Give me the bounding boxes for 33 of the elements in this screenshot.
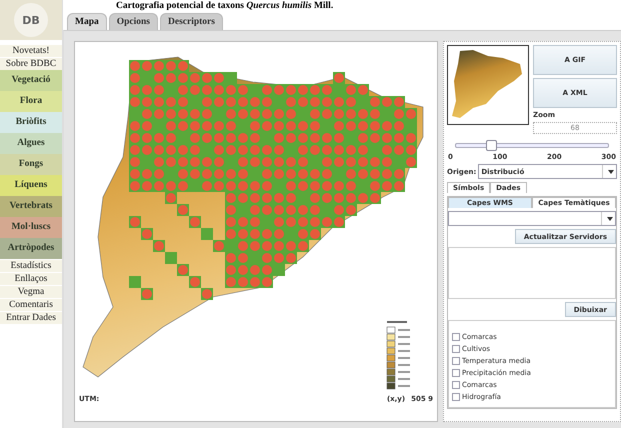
category-link[interactable]: Flora (0, 91, 62, 112)
category-link[interactable]: Briòfits (0, 112, 62, 133)
category-link[interactable]: Líquens (0, 175, 62, 196)
sidebar-link[interactable]: Sobre BDBC (0, 58, 62, 70)
checkbox[interactable] (452, 369, 460, 377)
sidebar-link[interactable]: Vegma (0, 286, 62, 298)
zoom-slider[interactable] (455, 143, 609, 148)
tab[interactable]: Opcions (108, 13, 158, 30)
checkbox[interactable] (452, 333, 460, 341)
page-title: Cartografia potencial de taxons Quercus humilis Mill. (115, 0, 334, 13)
category-link[interactable]: Algues (0, 133, 62, 154)
layer-list[interactable] (448, 247, 616, 299)
sidebar-link[interactable]: Comentaris (0, 299, 62, 311)
sidebar-link[interactable]: Enllaços (0, 273, 62, 285)
logo: DB (14, 3, 48, 37)
category-link[interactable]: Vertebrats (0, 196, 62, 217)
category-link[interactable]: Fongs (0, 154, 62, 175)
dropdown-icon[interactable] (601, 212, 615, 225)
sidebar-link[interactable]: Estadístics (0, 260, 62, 272)
checkbox[interactable] (452, 381, 460, 389)
checkbox[interactable] (452, 357, 460, 365)
checkbox[interactable] (452, 393, 460, 401)
tab[interactable]: Mapa (67, 13, 107, 30)
category-link[interactable]: Mol·luscs (0, 217, 62, 238)
slider-thumb[interactable] (486, 140, 496, 151)
sidebar-link[interactable]: Entrar Dades (0, 312, 62, 324)
sidebar-link[interactable]: Novetats! (0, 45, 62, 57)
legend-drawing (386, 321, 410, 390)
category-link[interactable]: Artròpodes (0, 238, 62, 259)
category-link[interactable]: Vegetació (0, 70, 62, 91)
dropdown-icon[interactable] (602, 165, 616, 178)
checkbox[interactable] (452, 345, 460, 353)
tab[interactable]: Descriptors (160, 13, 223, 30)
